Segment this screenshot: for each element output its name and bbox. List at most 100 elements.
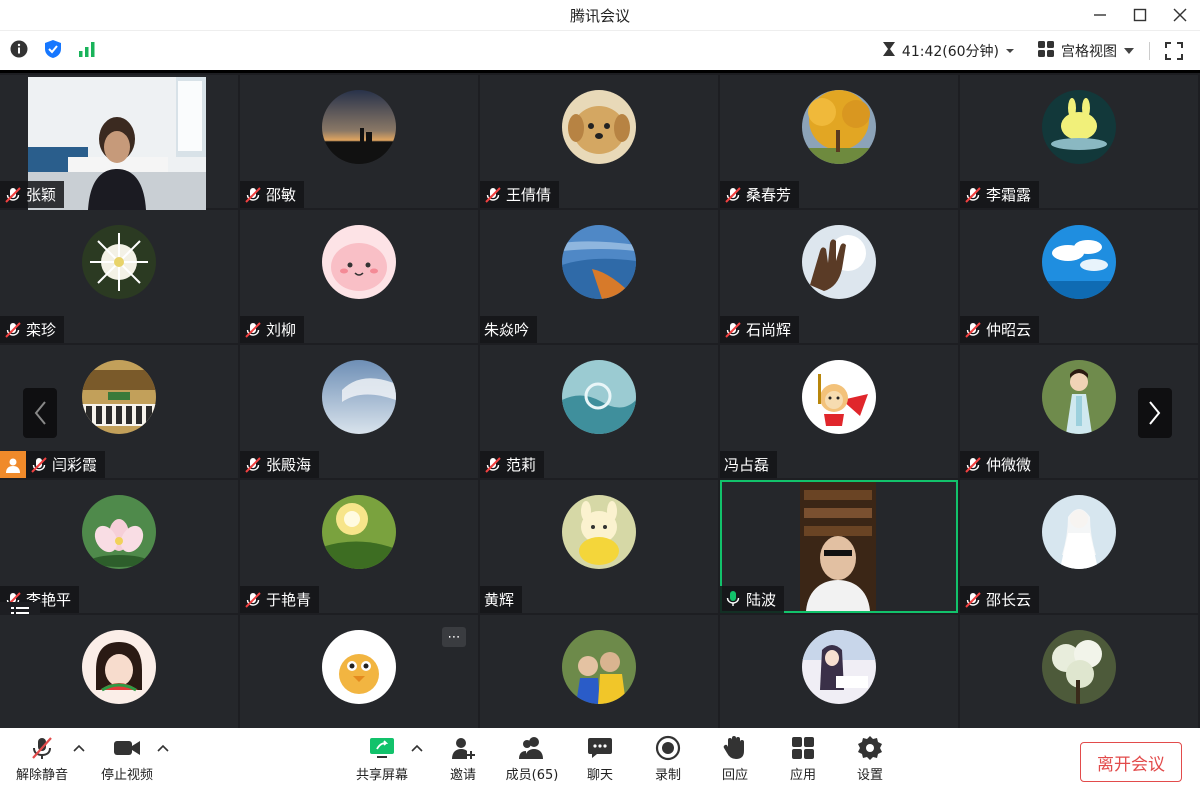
avatar [802,225,876,299]
members-button[interactable]: 成员(65) [500,732,564,788]
mic-muted-icon [484,186,502,204]
participant-tile[interactable]: 于艳青 [240,480,478,613]
avatar [82,360,156,434]
record-label: 录制 [654,768,681,783]
info-icon[interactable] [10,40,28,62]
participant-tile[interactable]: 张颖 [0,75,238,210]
participant-tile[interactable]: 仲昭云 [960,210,1198,343]
meeting-timer[interactable]: 41:42(60分钟) [882,41,1015,61]
participant-tile[interactable]: 仲微微 [960,345,1198,478]
reactions-label: 回应 [721,768,748,783]
mic-muted-icon [244,591,262,609]
invite-button[interactable]: 邀请 [440,732,486,788]
mic-muted-icon [30,456,48,474]
mic-muted-icon [724,186,742,204]
avatar [802,630,876,704]
participant-tile[interactable]: 邵敏 [240,75,478,208]
minimize-button[interactable] [1080,0,1120,30]
info-left-group [0,39,96,63]
participant-tile[interactable]: 张殿海 [240,345,478,478]
participant-tile[interactable]: 冯占磊 [720,345,958,478]
share-screen-button[interactable]: 共享屏幕 [352,732,412,788]
participant-tile[interactable]: 李艳平 [0,480,238,624]
participant-tile[interactable]: 黄辉 [480,480,718,613]
avatar [322,630,396,704]
participant-tile[interactable] [720,615,958,728]
shield-icon[interactable] [44,39,62,63]
mic-muted-icon [484,456,502,474]
name-tag: 张颖 [0,181,65,208]
apps-button[interactable]: 应用 [783,732,823,788]
avatar [1042,90,1116,164]
name-tag: 邵敏 [240,181,305,208]
unmute-button[interactable]: 解除静音 [12,732,72,788]
view-mode-selector[interactable]: 宫格视图 [1037,40,1135,62]
mic-muted-icon [964,591,982,609]
avatar [322,495,396,569]
active-speaker-tile[interactable]: 陆波 [720,480,958,613]
stop-video-button[interactable]: 停止视频 [96,732,158,788]
name-tag: 栾珍 [0,316,65,343]
reactions-button[interactable]: 回应 [715,732,755,788]
name-tag: 仲微微 [960,451,1040,478]
mic-muted-icon [244,321,262,339]
participant-tile[interactable]: 朱焱吟 [480,210,718,343]
participant-tile[interactable]: 桑春芳 [720,75,958,208]
audio-options-chevron[interactable] [72,740,86,754]
participant-tile[interactable]: 邵长云 [960,480,1198,613]
participant-tile[interactable]: 王倩倩 [480,75,718,208]
settings-label: 设置 [856,768,883,783]
participant-name: 仲昭云 [986,321,1032,339]
share-screen-icon [368,732,396,764]
participant-tile[interactable]: 闫彩霞 [0,345,238,478]
participant-tile[interactable] [960,615,1198,728]
add-user-icon [450,732,476,764]
chevron-up-icon [73,744,85,752]
share-screen-label: 共享屏幕 [355,768,408,783]
participant-tile[interactable]: 栾珍 [0,210,238,343]
chevron-right-icon [1149,401,1161,425]
name-tag: 刘柳 [240,316,305,343]
participant-tile[interactable]: 范莉 [480,345,718,478]
participant-tile[interactable] [0,615,238,728]
mic-muted-icon [964,456,982,474]
meeting-window: 腾讯会议 41:42(60分钟) 宫格视图 张颖 邵敏 王倩倩 桑春芳 李霜露 … [0,0,1200,790]
chat-label: 聊天 [586,768,613,783]
avatar [802,90,876,164]
name-tag: 石尚辉 [720,316,800,343]
chevron-left-icon [34,401,46,425]
fullscreen-button[interactable] [1162,39,1186,63]
next-page-button[interactable] [1138,388,1172,438]
raise-hand-icon [722,732,748,764]
more-options-button[interactable]: ⋯ [442,627,466,647]
name-tag: 闫彩霞 [26,451,106,478]
share-options-chevron[interactable] [410,740,424,754]
avatar [1042,630,1116,704]
chat-button[interactable]: 聊天 [580,732,620,788]
record-button[interactable]: 录制 [648,732,688,788]
window-controls [1080,0,1200,30]
mic-muted-icon [29,732,55,764]
avatar [562,630,636,704]
mic-muted-icon [724,321,742,339]
title-bar: 腾讯会议 [0,0,1200,30]
participant-tile[interactable] [480,615,718,728]
participant-tile[interactable]: 刘柳 [240,210,478,343]
video-options-chevron[interactable] [156,740,170,754]
maximize-button[interactable] [1120,0,1160,30]
participant-tile[interactable]: ⋯ [240,615,478,728]
chevron-down-icon [1005,43,1015,59]
previous-page-button[interactable] [23,388,57,438]
video-camera-icon [113,732,141,764]
participant-name: 李霜露 [986,186,1032,204]
meeting-toolbar: 解除静音 停止视频 共享屏幕 邀请 成员(65) 聊天 录制 回应 应用 设置 … [0,728,1200,790]
participant-name: 陆波 [746,591,777,609]
signal-icon[interactable] [78,41,96,61]
participant-name: 栾珍 [26,321,57,339]
settings-button[interactable]: 设置 [850,732,890,788]
participant-tile[interactable]: 石尚辉 [720,210,958,343]
participant-tile[interactable]: 李霜露 [960,75,1198,208]
leave-meeting-button[interactable]: 离开会议 [1080,742,1182,782]
close-button[interactable] [1160,0,1200,30]
participant-name: 范莉 [506,456,537,474]
